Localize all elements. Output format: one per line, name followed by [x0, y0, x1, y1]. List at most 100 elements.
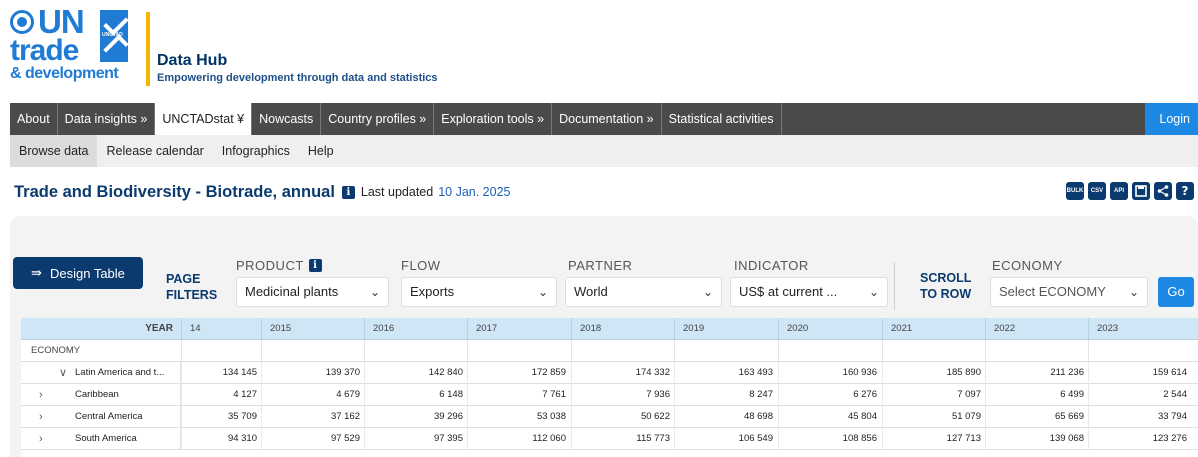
design-table-label: Design Table: [49, 265, 125, 281]
table-cell: 50 622: [571, 406, 674, 428]
year-header-cell[interactable]: 2023: [1088, 318, 1191, 340]
table-cell: 4 679: [261, 384, 364, 406]
table-cell: 185 890: [882, 362, 985, 384]
logo-unctad-tag: UNCTAD: [102, 32, 123, 38]
table-row: ∨ Latin America and t... 134 145 139 370 142…: [21, 362, 1198, 384]
table-cell: 7 097: [882, 384, 985, 406]
product-select[interactable]: Medicinal plants ⌄: [236, 277, 389, 307]
subnav-infographics[interactable]: Infographics: [213, 135, 299, 167]
table-cell: 134 145: [181, 362, 261, 384]
nav-item-nowcasts[interactable]: Nowcasts: [252, 103, 322, 135]
table-cell: 6 276: [778, 384, 881, 406]
hub-subtitle: Empowering development through data and …: [157, 72, 438, 84]
table-cell: 123 276: [1088, 428, 1191, 450]
help-icon[interactable]: ?: [1176, 182, 1194, 200]
table-cell: 139 370: [261, 362, 364, 384]
product-filter-label: PRODUCT i: [236, 258, 322, 273]
table-cell: 108 856: [778, 428, 881, 450]
year-header-label: YEAR: [145, 323, 173, 334]
table-cell: 33 794: [1088, 406, 1191, 428]
page-title-bar: Trade and Biodiversity - Biotrade, annua…: [14, 181, 511, 203]
flow-select[interactable]: Exports ⌄: [401, 277, 557, 307]
indicator-filter-label: INDICATOR: [734, 258, 809, 273]
year-header-cell[interactable]: 2019: [674, 318, 777, 340]
economy-label-text: ECONOMY: [992, 258, 1063, 273]
year-header-cell[interactable]: 2021: [882, 318, 985, 340]
flow-select-value: Exports: [410, 284, 455, 299]
year-header-cell[interactable]: 2020: [778, 318, 881, 340]
chevron-down-icon: ⌄: [702, 285, 713, 299]
partner-select[interactable]: World ⌄: [565, 277, 722, 307]
economy-select[interactable]: Select ECONOMY ⌄: [990, 277, 1148, 307]
nav-item-about[interactable]: About: [10, 103, 58, 135]
year-header-cell[interactable]: 2016: [364, 318, 467, 340]
nav-item-documentation[interactable]: Documentation »: [552, 103, 662, 135]
economy-header-cell: [261, 340, 364, 362]
logo-trade-text: trade: [10, 34, 79, 67]
row-economy-name[interactable]: › Caribbean: [21, 384, 181, 406]
design-table-button[interactable]: ⇛ Design Table: [13, 257, 143, 289]
sub-nav: Browse data Release calendar Infographic…: [10, 135, 1198, 167]
login-button[interactable]: Login: [1145, 103, 1198, 135]
table-cell: 48 698: [674, 406, 777, 428]
product-select-value: Medicinal plants: [245, 284, 339, 299]
economy-header-cell: [364, 340, 467, 362]
subnav-help[interactable]: Help: [299, 135, 343, 167]
nav-item-exploration-tools[interactable]: Exploration tools »: [434, 103, 553, 135]
row-economy-label: South America: [75, 433, 137, 444]
year-header-cell[interactable]: 2015: [261, 318, 364, 340]
row-economy-label: Caribbean: [75, 389, 119, 400]
share-icon[interactable]: [1154, 182, 1172, 200]
main-nav: About Data insights » UNCTADstat ¥ Nowca…: [10, 103, 1198, 135]
table-row: › South America 94 310 97 529 97 395 112 060 1…: [21, 428, 1198, 450]
table-cell: 37 162: [261, 406, 364, 428]
year-header-cell[interactable]: 2018: [571, 318, 674, 340]
chevron-down-icon: ⌄: [1128, 285, 1139, 299]
row-economy-name[interactable]: › Central America: [21, 406, 181, 428]
table-row: › Central America 35 709 37 162 39 296 53 038…: [21, 406, 1198, 428]
api-icon[interactable]: API: [1110, 182, 1128, 200]
table-cell: 6 499: [985, 384, 1088, 406]
subnav-release-calendar[interactable]: Release calendar: [97, 135, 212, 167]
table-cell: 7 761: [467, 384, 570, 406]
economy-header-cell: [467, 340, 570, 362]
csv-download-icon[interactable]: CSV: [1088, 182, 1106, 200]
row-economy-name[interactable]: › South America: [21, 428, 181, 450]
table-cell: 6 148: [364, 384, 467, 406]
flow-filter-label: FLOW: [401, 258, 441, 273]
chevron-down-icon: ⌄: [868, 285, 879, 299]
table-cell: 4 127: [181, 384, 261, 406]
nav-item-country-profiles[interactable]: Country profiles »: [321, 103, 435, 135]
economy-filter-label: ECONOMY: [992, 258, 1063, 273]
chevron-right-icon[interactable]: ›: [39, 406, 43, 428]
toolbar: BULK CSV API ?: [1066, 182, 1194, 200]
chevron-down-icon[interactable]: ∨: [59, 362, 67, 384]
subnav-browse-data[interactable]: Browse data: [10, 135, 98, 167]
unctad-logo[interactable]: UN UNCTAD trade & development: [10, 5, 138, 88]
go-button[interactable]: Go: [1158, 277, 1194, 307]
nav-item-unctadstat[interactable]: UNCTADstat ¥: [155, 103, 253, 135]
nav-item-data-insights[interactable]: Data insights »: [58, 103, 156, 135]
economy-header-cell: [1088, 340, 1191, 362]
economy-header-cell: [571, 340, 674, 362]
save-icon[interactable]: [1132, 182, 1150, 200]
table-cell: 51 079: [882, 406, 985, 428]
year-header-cell[interactable]: 2017: [467, 318, 570, 340]
year-header-cell[interactable]: 2022: [985, 318, 1088, 340]
last-updated-date: 10 Jan. 2025: [438, 185, 511, 199]
bulk-download-icon[interactable]: BULK: [1066, 182, 1084, 200]
table-cell: 35 709: [181, 406, 261, 428]
chevron-right-icon[interactable]: ›: [39, 428, 43, 450]
flow-label-text: FLOW: [401, 258, 441, 273]
scroll-line2: TO ROW: [920, 287, 972, 301]
logo-development-text: & development: [10, 65, 119, 82]
nav-item-statistical-activities[interactable]: Statistical activities: [662, 103, 782, 135]
year-header-cell[interactable]: 14: [181, 318, 261, 340]
save-icon-glyph: [1135, 185, 1147, 197]
product-info-icon[interactable]: i: [308, 259, 322, 272]
economy-header-cell: [674, 340, 777, 362]
row-economy-name[interactable]: ∨ Latin America and t...: [21, 362, 181, 384]
chevron-right-icon[interactable]: ›: [39, 384, 43, 406]
info-icon[interactable]: i: [341, 185, 355, 199]
indicator-select[interactable]: US$ at current ... ⌄: [730, 277, 888, 307]
